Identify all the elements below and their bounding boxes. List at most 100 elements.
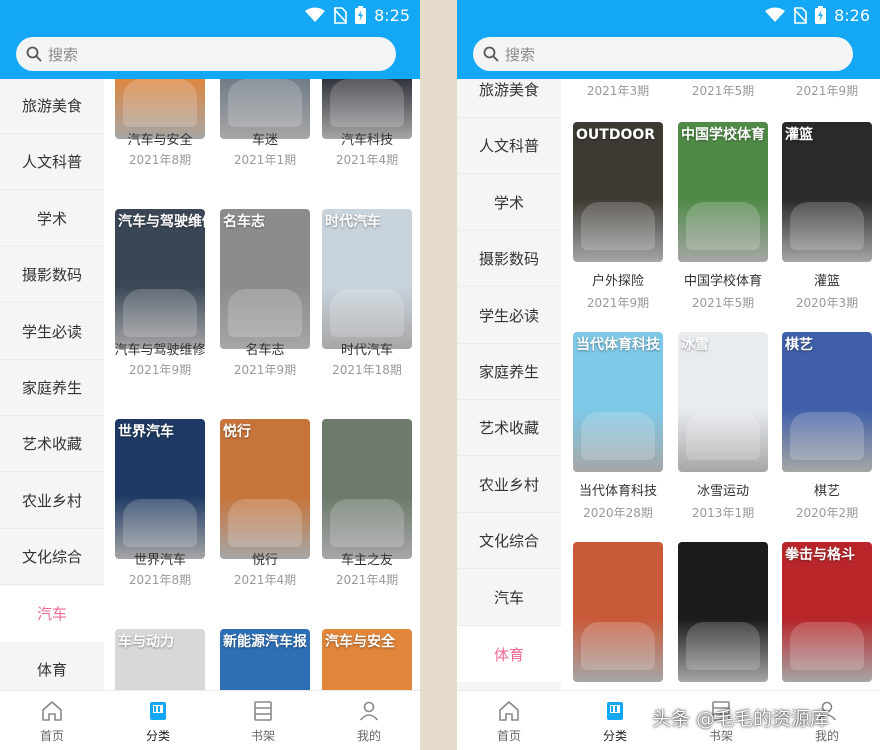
cover-artwork	[330, 499, 404, 547]
nav-category[interactable]: 分类	[128, 699, 188, 744]
nav-bookshelf[interactable]: 书架	[233, 699, 293, 744]
sidebar-item[interactable]: 旅游美食	[457, 79, 561, 118]
cover-artwork	[686, 622, 760, 670]
sidebar-item[interactable]: 家庭养生	[0, 360, 104, 416]
magazine-cover[interactable]: OUTDOOR	[573, 122, 663, 262]
left-phone-screen: 8:25 搜索 旅游美食 人文科普 学术 摄影数码 学生必读 家庭养生 艺术收藏 农业乡村 文化…	[0, 0, 420, 750]
magazine-name[interactable]: 棋艺	[762, 480, 880, 499]
sidebar-item[interactable]: 家庭养生	[457, 344, 561, 400]
cover-title: 汽车与驾驶维修	[118, 214, 205, 230]
cover-artwork	[228, 289, 302, 337]
home-icon	[42, 701, 62, 721]
battery-charging-icon	[355, 6, 367, 24]
search-input[interactable]: 搜索	[16, 37, 396, 71]
magazine-cover[interactable]: 名车志	[220, 209, 310, 349]
sidebar-item[interactable]: 农业乡村	[457, 457, 561, 513]
sidebar-item[interactable]: 汽车	[0, 585, 104, 642]
cover-title: 时代汽车	[325, 214, 381, 230]
magazine-grid: 2021年3期 2021年5期 2021年9期 OUTDOOR 户外探险 2021年9期中…	[561, 79, 880, 690]
nav-profile[interactable]: 我的	[339, 699, 399, 744]
magazine-cover[interactable]: 拳击与格斗	[782, 542, 872, 682]
magazine-cover[interactable]: 中国学校体育	[678, 122, 768, 262]
nav-label: 首页	[39, 729, 64, 743]
no-sim-icon	[793, 6, 807, 24]
magazine-name[interactable]: 灌篮	[762, 270, 880, 289]
sidebar-item[interactable]: 学生必读	[457, 288, 561, 344]
cover-artwork	[123, 79, 197, 127]
sidebar-item[interactable]: 旅游美食	[0, 79, 104, 134]
category-icon	[607, 702, 623, 720]
sidebar-item[interactable]: 人文科普	[457, 118, 561, 175]
magazine-cover[interactable]: 世界汽车	[115, 419, 205, 559]
nav-label: 书架	[250, 729, 275, 743]
cover-artwork	[686, 412, 760, 460]
magazine-cover[interactable]	[573, 542, 663, 682]
nav-label: 分类	[602, 729, 627, 743]
cover-title: OUTDOOR	[576, 127, 656, 143]
magazine-cover[interactable]: 棋艺	[782, 332, 872, 472]
cover-artwork	[790, 622, 864, 670]
magazine-cover[interactable]: 新能源汽车报	[220, 629, 310, 690]
sidebar-item[interactable]: 体育	[0, 642, 104, 690]
sidebar-item[interactable]: 学术	[457, 175, 561, 231]
magazine-cover[interactable]: 汽车与安全	[322, 629, 412, 690]
wifi-icon	[305, 7, 326, 22]
sidebar-item[interactable]: 农业乡村	[0, 473, 104, 529]
sidebar-item[interactable]: 体育	[457, 626, 561, 682]
cover-artwork	[581, 412, 655, 460]
cover-artwork	[228, 499, 302, 547]
sidebar-item[interactable]: 文化综合	[457, 513, 561, 570]
magazine-name[interactable]: 汽车科技	[302, 129, 420, 148]
status-time: 8:26	[834, 5, 870, 25]
battery-charging-icon	[815, 6, 827, 24]
cover-title: 当代体育科技	[576, 337, 660, 353]
search-input[interactable]: 搜索	[473, 37, 853, 71]
cover-artwork	[790, 412, 864, 460]
cover-title: 名车志	[223, 214, 265, 230]
sidebar-item[interactable]: 人文科普	[0, 134, 104, 191]
nav-label: 分类	[145, 729, 170, 743]
sidebar-item[interactable]: 摄影数码	[457, 231, 561, 288]
cover-artwork	[581, 622, 655, 670]
magazine-cover[interactable]: 冰雪	[678, 332, 768, 472]
search-placeholder: 搜索	[48, 45, 79, 64]
magazine-cover[interactable]: 汽车与驾驶维修	[115, 209, 205, 349]
nav-home[interactable]: 首页	[479, 699, 539, 744]
nav-label: 我的	[356, 729, 381, 743]
cover-artwork	[790, 202, 864, 250]
magazine-cover[interactable]: 车与动力	[115, 629, 205, 690]
profile-icon	[359, 701, 379, 721]
sidebar-item[interactable]: 汽车	[457, 570, 561, 626]
nav-home[interactable]: 首页	[22, 699, 82, 744]
cover-title: 拳击与格斗	[785, 547, 855, 563]
sidebar-item[interactable]: 文化综合	[0, 529, 104, 586]
status-bar: 8:26	[765, 4, 870, 26]
magazine-cover[interactable]: 灌篮	[782, 122, 872, 262]
sidebar-item[interactable]: 摄影数码	[0, 247, 104, 304]
sidebar-item[interactable]: 学术	[0, 191, 104, 247]
cover-title: 新能源汽车报	[223, 634, 307, 650]
sidebar-item[interactable]: 学生必读	[0, 304, 104, 360]
magazine-name[interactable]: 车主之友	[302, 549, 420, 568]
sidebar-item[interactable]: 艺术收藏	[457, 400, 561, 457]
magazine-cover[interactable]	[678, 542, 768, 682]
magazine-issue: 2020年3期	[795, 296, 859, 310]
nav-label: 首页	[496, 729, 521, 743]
magazine-cover[interactable]: 当代体育科技	[573, 332, 663, 472]
app-header: 8:26 搜索	[457, 0, 880, 79]
cover-artwork	[228, 79, 302, 127]
sidebar-item[interactable]: 艺术收藏	[0, 416, 104, 473]
nav-category[interactable]: 分类	[585, 699, 645, 744]
search-icon	[26, 46, 42, 62]
magazine-cover[interactable]: 悦行	[220, 419, 310, 559]
magazine-cover[interactable]	[322, 419, 412, 559]
bottom-navigation: 首页 分类 书架 我的	[0, 690, 420, 750]
cover-artwork	[123, 289, 197, 337]
magazine-cover[interactable]: 时代汽车	[322, 209, 412, 349]
magazine-grid: 汽车与安全2021年8期车迷2021年1期汽车科技2021年4期汽车与驾驶维修汽…	[104, 79, 420, 690]
home-icon	[499, 701, 519, 721]
magazine-name[interactable]: 时代汽车	[302, 339, 420, 358]
magazine-issue: 2020年2期	[795, 506, 859, 520]
cover-title: 世界汽车	[118, 424, 174, 440]
bookshelf-icon	[254, 701, 272, 721]
